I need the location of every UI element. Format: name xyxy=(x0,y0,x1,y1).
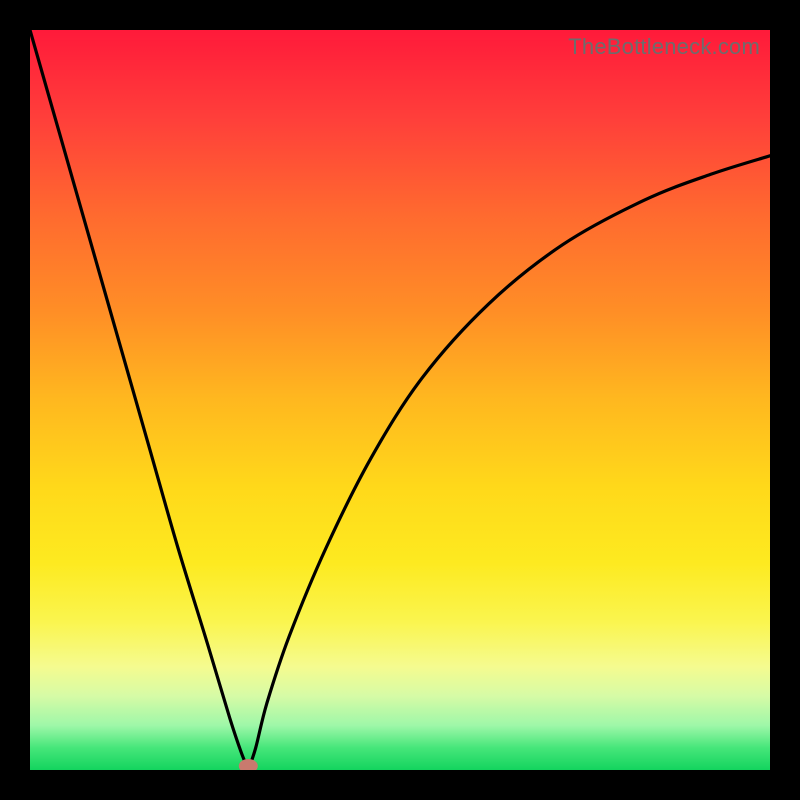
bottleneck-curve xyxy=(30,30,770,770)
curve-path xyxy=(30,30,770,770)
optimal-point-marker xyxy=(239,760,257,771)
plot-area: TheBottleneck.com xyxy=(30,30,770,770)
watermark-text: TheBottleneck.com xyxy=(568,34,760,60)
chart-frame: TheBottleneck.com xyxy=(0,0,800,800)
